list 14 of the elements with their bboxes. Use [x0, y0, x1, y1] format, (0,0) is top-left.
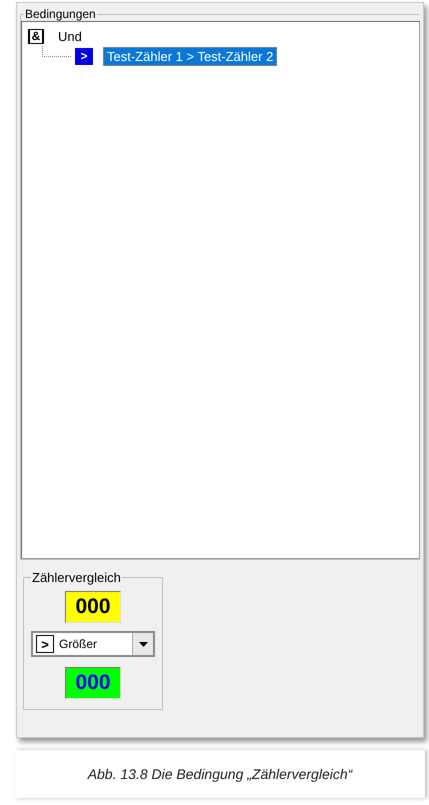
figure-caption: Abb. 13.8 Die Bedingung „Zählervergleich“ — [88, 766, 352, 782]
caret-icon — [138, 642, 148, 646]
group-title: Zählervergleich — [31, 570, 122, 585]
compare-icon: > — [75, 48, 93, 64]
and-icon: & — [28, 28, 44, 44]
tree-item[interactable]: Und — [54, 26, 86, 46]
condition-tree[interactable]: & Und > Test-Zähler 1 > Test-Zähler 2 — [21, 21, 420, 559]
operator-icon: > — [36, 635, 54, 653]
tree-item[interactable]: Test-Zähler 1 > Test-Zähler 2 — [103, 46, 278, 66]
operator-dropdown[interactable]: > Größer — [31, 631, 155, 657]
group-title: Bedingungen — [24, 7, 97, 21]
counter-display: 000 — [65, 667, 121, 699]
dropdown-button[interactable] — [132, 633, 153, 655]
counter-display: 000 — [65, 591, 121, 623]
